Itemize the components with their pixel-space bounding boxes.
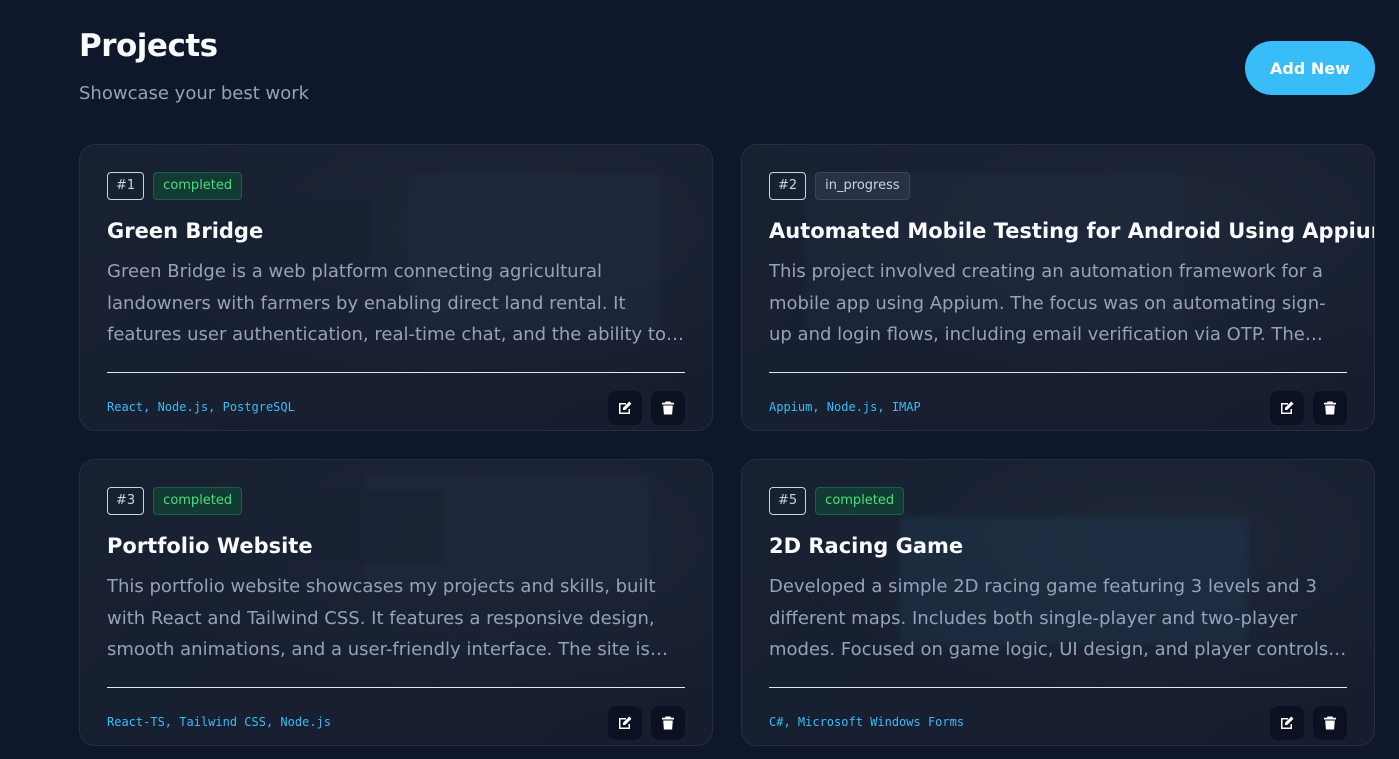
projects-page: Projects Showcase your best work Add New…: [0, 0, 1399, 759]
project-number-badge: #3: [107, 487, 145, 515]
project-tech-stack: C#, Microsoft Windows Forms: [769, 715, 965, 729]
project-card[interactable]: #5 completed 2D Racing Game Developed a …: [741, 459, 1375, 746]
card-divider: [107, 687, 685, 688]
edit-icon: [619, 401, 632, 414]
project-number-badge: #5: [769, 487, 807, 515]
project-number-badge: #1: [107, 172, 145, 200]
status-badge: completed: [153, 487, 243, 515]
delete-button[interactable]: [651, 391, 685, 425]
project-title: 2D Racing Game: [769, 534, 964, 558]
project-tech-stack: Appium, Node.js, IMAP: [769, 400, 921, 414]
project-description: This portfolio website showcases my proj…: [107, 576, 656, 660]
edit-button[interactable]: [608, 391, 642, 425]
edit-icon: [1281, 401, 1294, 414]
edit-button[interactable]: [1270, 706, 1304, 740]
card-divider: [107, 372, 685, 373]
status-badge: in_progress: [815, 172, 910, 200]
project-tech-stack: React, Node.js, PostgreSQL: [107, 400, 295, 414]
edit-icon: [1281, 716, 1294, 729]
project-title: Portfolio Website: [107, 534, 313, 558]
project-description: Developed a simple 2D racing game featur…: [769, 576, 1329, 660]
project-number-badge: #2: [769, 172, 807, 200]
edit-button[interactable]: [1270, 391, 1304, 425]
edit-button[interactable]: [608, 706, 642, 740]
trash-icon: [1324, 401, 1336, 415]
project-card[interactable]: #3 completed Portfolio Website This port…: [79, 459, 713, 746]
project-description: Green Bridge is a web platform connectin…: [107, 261, 667, 345]
add-new-button[interactable]: Add New: [1245, 41, 1375, 95]
card-divider: [769, 372, 1347, 373]
trash-icon: [662, 716, 674, 730]
trash-icon: [662, 401, 674, 415]
project-title: Green Bridge: [107, 219, 264, 243]
project-tech-stack: React-TS, Tailwind CSS, Node.js: [107, 715, 331, 729]
trash-icon: [1324, 716, 1336, 730]
project-title: Automated Mobile Testing for Android Usi…: [769, 219, 1375, 243]
page-subtitle: Showcase your best work: [79, 83, 310, 104]
status-badge: completed: [153, 172, 243, 200]
edit-icon: [619, 716, 632, 729]
status-badge: completed: [815, 487, 905, 515]
page-title: Projects: [79, 28, 218, 64]
project-description: This project involved creating an automa…: [769, 261, 1326, 345]
project-card[interactable]: #2 in_progress Automated Mobile Testing …: [741, 144, 1375, 431]
delete-button[interactable]: [1313, 391, 1347, 425]
project-card[interactable]: #1 completed Green Bridge Green Bridge i…: [79, 144, 713, 431]
card-divider: [769, 687, 1347, 688]
delete-button[interactable]: [651, 706, 685, 740]
delete-button[interactable]: [1313, 706, 1347, 740]
